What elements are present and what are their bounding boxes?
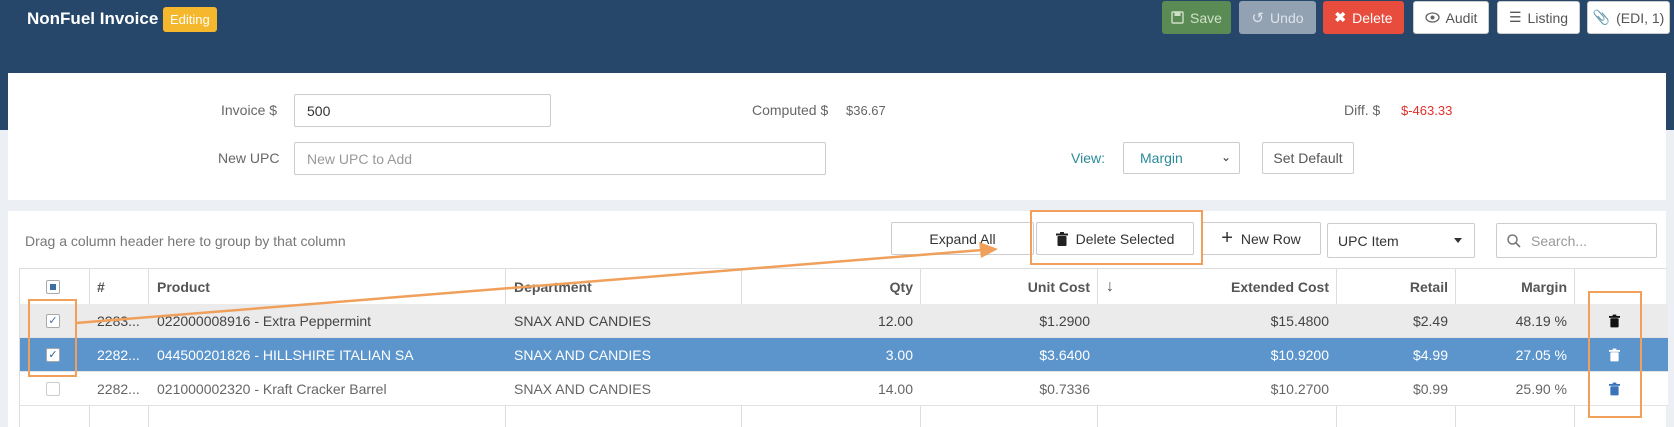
cell-qty: 14.00 bbox=[877, 381, 913, 397]
annotation-box-row-delete bbox=[1588, 291, 1642, 418]
search-placeholder: Search... bbox=[1531, 232, 1588, 249]
computed-value: $36.67 bbox=[846, 103, 886, 118]
eye-icon bbox=[1424, 12, 1440, 23]
close-icon: ✖ bbox=[1334, 9, 1347, 25]
cell-unit-cost: $3.6400 bbox=[1039, 347, 1090, 363]
audit-label: Audit bbox=[1445, 9, 1478, 26]
cell-department: SNAX AND CANDIES bbox=[514, 313, 651, 329]
col-header-unit-cost[interactable]: Unit Cost bbox=[921, 269, 1090, 304]
cell-product: 044500201826 - HILLSHIRE ITALIAN SA bbox=[157, 347, 414, 363]
cell-qty: 3.00 bbox=[885, 347, 913, 363]
save-button[interactable]: Save bbox=[1162, 1, 1231, 34]
col-header-retail[interactable]: Retail bbox=[1337, 269, 1448, 304]
caret-down-icon bbox=[1454, 238, 1462, 243]
status-badge: Editing bbox=[163, 7, 217, 32]
plus-icon: + bbox=[1221, 227, 1233, 249]
list-icon: ☰ bbox=[1508, 9, 1522, 25]
cell-extended-cost: $15.4800 bbox=[1270, 313, 1329, 329]
cell-num: 2283... bbox=[97, 313, 140, 329]
cell-unit-cost: $1.2900 bbox=[1039, 313, 1090, 329]
cell-num: 2282... bbox=[97, 347, 140, 363]
annotation-box-checkboxes bbox=[28, 299, 77, 377]
cell-retail: $4.99 bbox=[1412, 347, 1448, 363]
col-header-extended-cost[interactable]: Extended Cost bbox=[1098, 269, 1329, 304]
view-select-value: Margin bbox=[1140, 150, 1183, 166]
audit-button[interactable]: Audit bbox=[1413, 1, 1489, 34]
cell-department: SNAX AND CANDIES bbox=[514, 347, 651, 363]
page-title: NonFuel Invoice bbox=[27, 9, 159, 28]
cell-margin: 48.19 % bbox=[1515, 313, 1567, 329]
diff-label: Diff. $ bbox=[1344, 102, 1381, 118]
col-header-num[interactable]: # bbox=[97, 269, 105, 304]
edi-label: (EDI, 1) bbox=[1616, 9, 1665, 26]
table-row[interactable]: 2282... 021000002320 - Kraft Cracker Bar… bbox=[20, 372, 1668, 406]
select-all-checkbox[interactable] bbox=[46, 280, 60, 294]
cell-num: 2282... bbox=[97, 381, 140, 397]
expand-all-button[interactable]: Expand All bbox=[891, 222, 1034, 255]
cell-product: 021000002320 - Kraft Cracker Barrel bbox=[157, 381, 387, 397]
cell-retail: $2.49 bbox=[1412, 313, 1448, 329]
search-icon bbox=[1507, 234, 1521, 248]
new-row-button[interactable]: + New Row bbox=[1201, 222, 1321, 255]
floppy-icon bbox=[1171, 11, 1184, 24]
undo-button[interactable]: ↺ Undo bbox=[1239, 1, 1316, 34]
expand-all-label: Expand All bbox=[929, 230, 996, 247]
row-checkbox[interactable] bbox=[46, 382, 60, 396]
cell-qty: 12.00 bbox=[877, 313, 913, 329]
table-row[interactable]: ✓ 2283... 022000008916 - Extra Peppermin… bbox=[20, 304, 1668, 338]
invoice-items-grid: # Product Department Qty Unit Cost ↓ Ext… bbox=[19, 268, 1668, 427]
paperclip-icon: 📎 bbox=[1592, 9, 1611, 25]
listing-button[interactable]: ☰ Listing bbox=[1497, 1, 1580, 34]
cell-extended-cost: $10.9200 bbox=[1270, 347, 1329, 363]
col-header-department[interactable]: Department bbox=[514, 269, 592, 304]
chevron-down-icon: ⌄ bbox=[1220, 150, 1231, 164]
invoice-label: Invoice $ bbox=[221, 102, 278, 118]
delete-label: Delete bbox=[1352, 9, 1393, 26]
new-upc-input[interactable]: New UPC to Add bbox=[294, 142, 826, 175]
group-hint: Drag a column header here to group by th… bbox=[25, 233, 346, 249]
computed-label: Computed $ bbox=[752, 102, 829, 118]
cell-unit-cost: $0.7336 bbox=[1039, 381, 1090, 397]
new-upc-label: New UPC bbox=[218, 150, 280, 166]
upc-item-select[interactable]: UPC Item bbox=[1327, 223, 1475, 258]
undo-icon: ↺ bbox=[1251, 9, 1265, 27]
cell-product: 022000008916 - Extra Peppermint bbox=[157, 313, 372, 329]
cell-extended-cost: $10.2700 bbox=[1270, 381, 1329, 397]
edi-button[interactable]: 📎 (EDI, 1) bbox=[1587, 1, 1670, 34]
view-select[interactable]: Margin ⌄ bbox=[1123, 142, 1240, 174]
view-label: View: bbox=[1071, 150, 1105, 166]
listing-label: Listing bbox=[1527, 9, 1569, 26]
col-header-margin[interactable]: Margin bbox=[1456, 269, 1567, 304]
upc-item-value: UPC Item bbox=[1338, 232, 1399, 249]
undo-label: Undo bbox=[1270, 9, 1304, 26]
set-default-button[interactable]: Set Default bbox=[1262, 142, 1354, 174]
invoice-input[interactable]: 500 bbox=[294, 94, 551, 127]
col-header-qty[interactable]: Qty bbox=[742, 269, 913, 304]
col-header-product[interactable]: Product bbox=[157, 269, 210, 304]
invoice-form-panel bbox=[8, 73, 1666, 200]
delete-button[interactable]: ✖ Delete bbox=[1323, 1, 1404, 34]
new-row-label: New Row bbox=[1240, 230, 1301, 247]
cell-margin: 25.90 % bbox=[1515, 381, 1567, 397]
save-label: Save bbox=[1190, 9, 1222, 26]
table-row[interactable]: ✓ 2282... 044500201826 - HILLSHIRE ITALI… bbox=[20, 338, 1668, 372]
diff-value: $-463.33 bbox=[1401, 103, 1453, 118]
cell-margin: 27.05 % bbox=[1515, 347, 1567, 363]
cell-retail: $0.99 bbox=[1412, 381, 1448, 397]
annotation-box-delete-selected bbox=[1030, 210, 1203, 265]
search-input[interactable]: Search... bbox=[1496, 223, 1657, 258]
cell-department: SNAX AND CANDIES bbox=[514, 381, 651, 397]
